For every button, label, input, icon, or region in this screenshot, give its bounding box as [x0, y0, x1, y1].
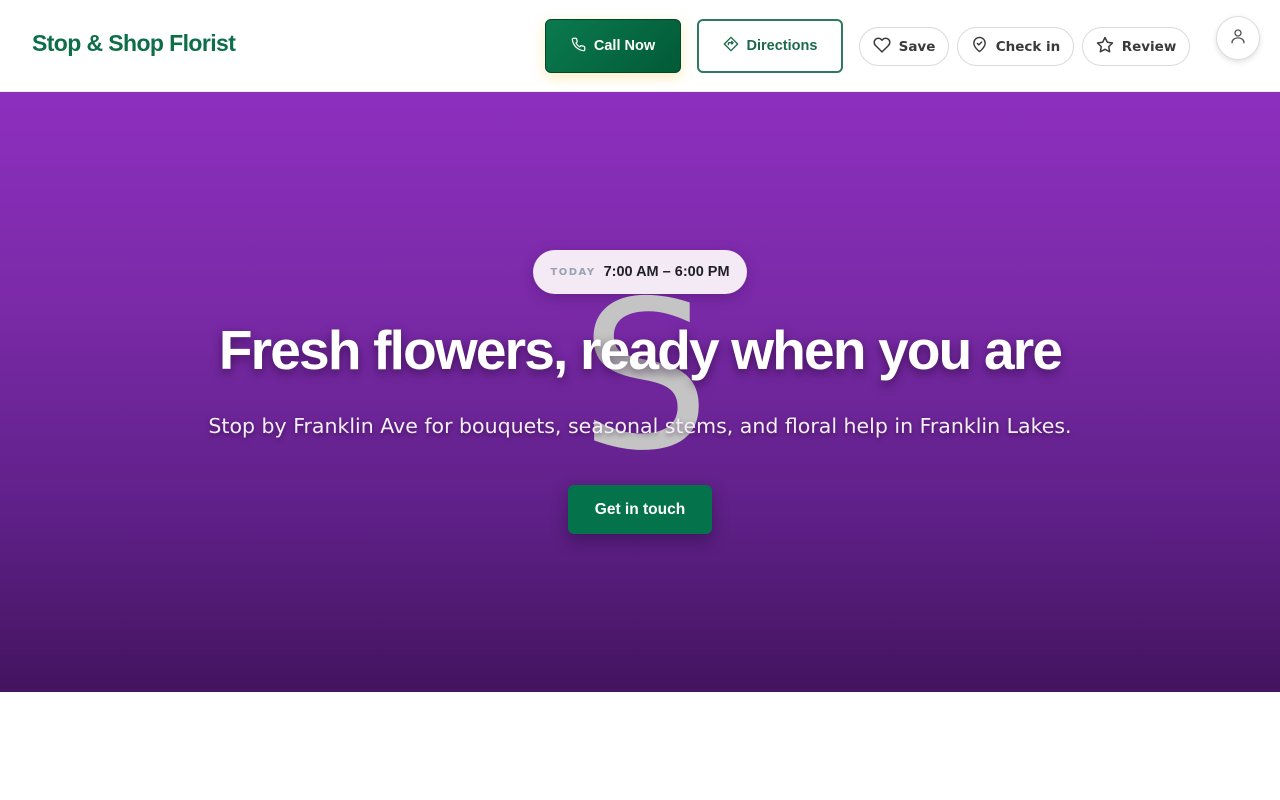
directions-icon	[723, 36, 739, 56]
hero-headline: Fresh flowers, ready when you are	[218, 319, 1063, 381]
account-button[interactable]	[1216, 16, 1260, 60]
hero-subtitle: Stop by Franklin Ave for bouquets, seaso…	[208, 414, 1072, 438]
phone-icon	[571, 37, 586, 56]
save-button[interactable]: Save	[859, 27, 949, 66]
star-icon	[1096, 36, 1114, 58]
get-in-touch-button[interactable]: Get in touch	[568, 485, 712, 534]
directions-button[interactable]: Directions	[697, 19, 843, 73]
user-icon	[1229, 27, 1247, 50]
call-now-label: Call Now	[593, 38, 656, 54]
hero-section: TODAY 7:00 AM – 6:00 PM S Fresh flowers,…	[0, 92, 1280, 692]
top-navigation-bar: Stop & Shop Florist Call Now Directions …	[0, 0, 1280, 92]
save-label: Save	[898, 38, 936, 55]
review-label: Review	[1121, 38, 1177, 55]
call-now-button[interactable]: Call Now	[545, 19, 681, 73]
brand-name[interactable]: Stop & Shop Florist	[32, 30, 236, 57]
check-in-label: Check in	[995, 38, 1061, 55]
heart-icon	[873, 36, 891, 58]
directions-label: Directions	[746, 38, 818, 54]
review-button[interactable]: Review	[1082, 27, 1190, 66]
page-content-area	[0, 692, 1280, 800]
check-in-button[interactable]: Check in	[957, 27, 1074, 66]
map-pin-icon	[971, 36, 988, 57]
